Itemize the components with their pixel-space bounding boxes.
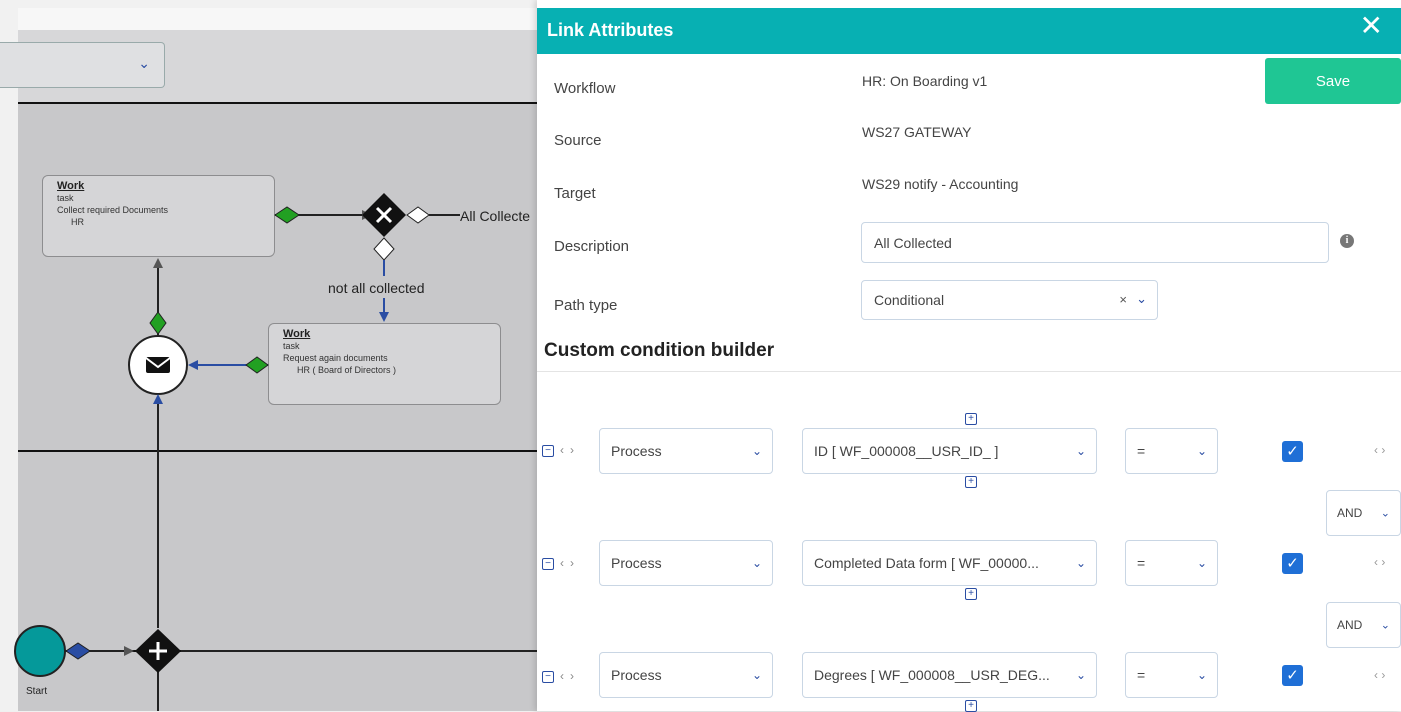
condition-row-controls: − ‹ › <box>542 668 574 683</box>
start-event-label: Start <box>26 686 47 697</box>
info-icon[interactable]: i <box>1340 234 1354 248</box>
description-input[interactable]: All Collected <box>861 222 1329 263</box>
prev-icon[interactable]: ‹ <box>1374 668 1378 682</box>
condition-operator-select[interactable]: = ⌄ <box>1125 428 1218 474</box>
move-left-icon[interactable]: ‹ <box>560 556 564 570</box>
condition-operator-value: = <box>1137 555 1146 571</box>
next-icon[interactable]: › <box>1381 668 1385 682</box>
chevron-down-icon: ⌄ <box>1380 619 1390 632</box>
prev-icon[interactable]: ‹ <box>1374 555 1378 569</box>
chevron-down-icon: ⌄ <box>1071 556 1086 570</box>
save-button[interactable]: Save <box>1265 58 1401 104</box>
divider <box>537 371 1401 372</box>
condition-operator-value: = <box>1137 667 1146 683</box>
source-label: Source <box>554 132 602 149</box>
condition-field-select[interactable]: Degrees [ WF_000008__USR_DEG... ⌄ <box>802 652 1097 698</box>
remove-condition-icon[interactable]: − <box>542 444 554 457</box>
move-right-icon[interactable]: › <box>570 669 574 683</box>
next-icon[interactable]: › <box>1381 555 1385 569</box>
workflow-diagram: All Collecte not all collected Start <box>14 193 540 711</box>
condition-value-checkbox[interactable]: ✓ <box>1282 553 1303 574</box>
panel-title: Link Attributes <box>547 20 674 40</box>
arrowhead-icon <box>379 312 389 322</box>
start-event-icon[interactable] <box>14 625 66 677</box>
arrowhead-icon <box>188 360 198 370</box>
workflow-label: Workflow <box>554 80 616 97</box>
arrowhead-icon <box>153 258 163 268</box>
logic-operator-select[interactable]: AND ⌄ <box>1326 490 1401 536</box>
chevron-down-icon: ⌄ <box>747 556 762 570</box>
condition-scope-value: Process <box>611 555 662 571</box>
chevron-down-icon: ⌄ <box>1071 444 1086 458</box>
condition-scope-select[interactable]: Process ⌄ <box>599 540 773 586</box>
chevron-down-icon: ⌄ <box>1192 444 1207 458</box>
condition-row-controls: − ‹ › <box>542 555 574 570</box>
condition-value-checkbox[interactable]: ✓ <box>1282 665 1303 686</box>
condition-field-value: Degrees [ WF_000008__USR_DEG... <box>814 667 1050 683</box>
target-value: WS29 notify - Accounting <box>862 176 1019 192</box>
edge-label-all-collected[interactable]: All Collecte <box>460 208 530 224</box>
condition-nav-arrows[interactable]: ‹ › <box>1374 443 1385 457</box>
condition-nav-arrows[interactable]: ‹ › <box>1374 668 1385 682</box>
arrowhead-icon <box>124 646 134 656</box>
chevron-down-icon[interactable]: ⌄ <box>1136 291 1147 307</box>
path-type-select[interactable]: Conditional × ⌄ <box>861 280 1158 320</box>
panel-header: Link Attributes ✕ <box>537 8 1401 54</box>
chevron-down-icon: ⌄ <box>747 444 762 458</box>
edge-label-not-all-collected[interactable]: not all collected <box>328 280 425 296</box>
condition-scope-value: Process <box>611 443 662 459</box>
connector-diamond-icon[interactable] <box>406 206 430 224</box>
chevron-down-icon: ⌄ <box>1192 668 1207 682</box>
connector-diamond-icon[interactable] <box>373 237 395 261</box>
clear-icon[interactable]: × <box>1119 292 1127 307</box>
connector-diamond-icon[interactable] <box>149 311 167 335</box>
add-condition-below-icon[interactable]: + <box>965 700 977 712</box>
condition-scope-value: Process <box>611 667 662 683</box>
condition-field-select[interactable]: Completed Data form [ WF_00000... ⌄ <box>802 540 1097 586</box>
move-right-icon[interactable]: › <box>570 443 574 457</box>
remove-condition-icon[interactable]: − <box>542 557 554 570</box>
remove-condition-icon[interactable]: − <box>542 670 554 683</box>
add-condition-below-icon[interactable]: + <box>965 476 977 488</box>
target-label: Target <box>554 185 596 202</box>
connector-diamond-icon[interactable] <box>274 206 300 224</box>
condition-scope-select[interactable]: Process ⌄ <box>599 652 773 698</box>
condition-operator-value: = <box>1137 443 1146 459</box>
prev-icon[interactable]: ‹ <box>1374 443 1378 457</box>
condition-field-select[interactable]: ID [ WF_000008__USR_ID_ ] ⌄ <box>802 428 1097 474</box>
move-right-icon[interactable]: › <box>570 556 574 570</box>
path-type-value: Conditional <box>874 292 945 308</box>
condition-field-value: Completed Data form [ WF_00000... <box>814 555 1039 571</box>
connector-diamond-icon[interactable] <box>65 642 91 660</box>
next-icon[interactable]: › <box>1381 443 1385 457</box>
chevron-down-icon: ⌄ <box>1192 556 1207 570</box>
move-left-icon[interactable]: ‹ <box>560 669 564 683</box>
close-icon[interactable]: ✕ <box>1360 10 1383 42</box>
source-value: WS27 GATEWAY <box>862 124 972 140</box>
move-left-icon[interactable]: ‹ <box>560 443 564 457</box>
workflow-value: HR: On Boarding v1 <box>862 73 988 89</box>
add-condition-above-icon[interactable]: + <box>965 413 977 425</box>
description-label: Description <box>554 238 630 255</box>
chevron-down-icon: ⌄ <box>747 668 762 682</box>
path-type-label: Path type <box>554 297 618 314</box>
condition-operator-select[interactable]: = ⌄ <box>1125 652 1218 698</box>
chevron-down-icon: ⌄ <box>1071 668 1086 682</box>
condition-nav-arrows[interactable]: ‹ › <box>1374 555 1385 569</box>
chevron-down-icon: ⌄ <box>1380 507 1390 520</box>
condition-scope-select[interactable]: Process ⌄ <box>599 428 773 474</box>
add-condition-below-icon[interactable]: + <box>965 588 977 600</box>
arrowhead-icon <box>153 394 163 404</box>
logic-operator-select[interactable]: AND ⌄ <box>1326 602 1401 648</box>
logic-operator-value: AND <box>1337 506 1363 520</box>
logic-operator-value: AND <box>1337 618 1363 632</box>
condition-value-checkbox[interactable]: ✓ <box>1282 441 1303 462</box>
condition-builder-title: Custom condition builder <box>544 340 775 361</box>
condition-row-controls: − ‹ › <box>542 442 574 457</box>
condition-operator-select[interactable]: = ⌄ <box>1125 540 1218 586</box>
condition-field-value: ID [ WF_000008__USR_ID_ ] <box>814 443 999 459</box>
connector-diamond-icon[interactable] <box>245 356 269 374</box>
